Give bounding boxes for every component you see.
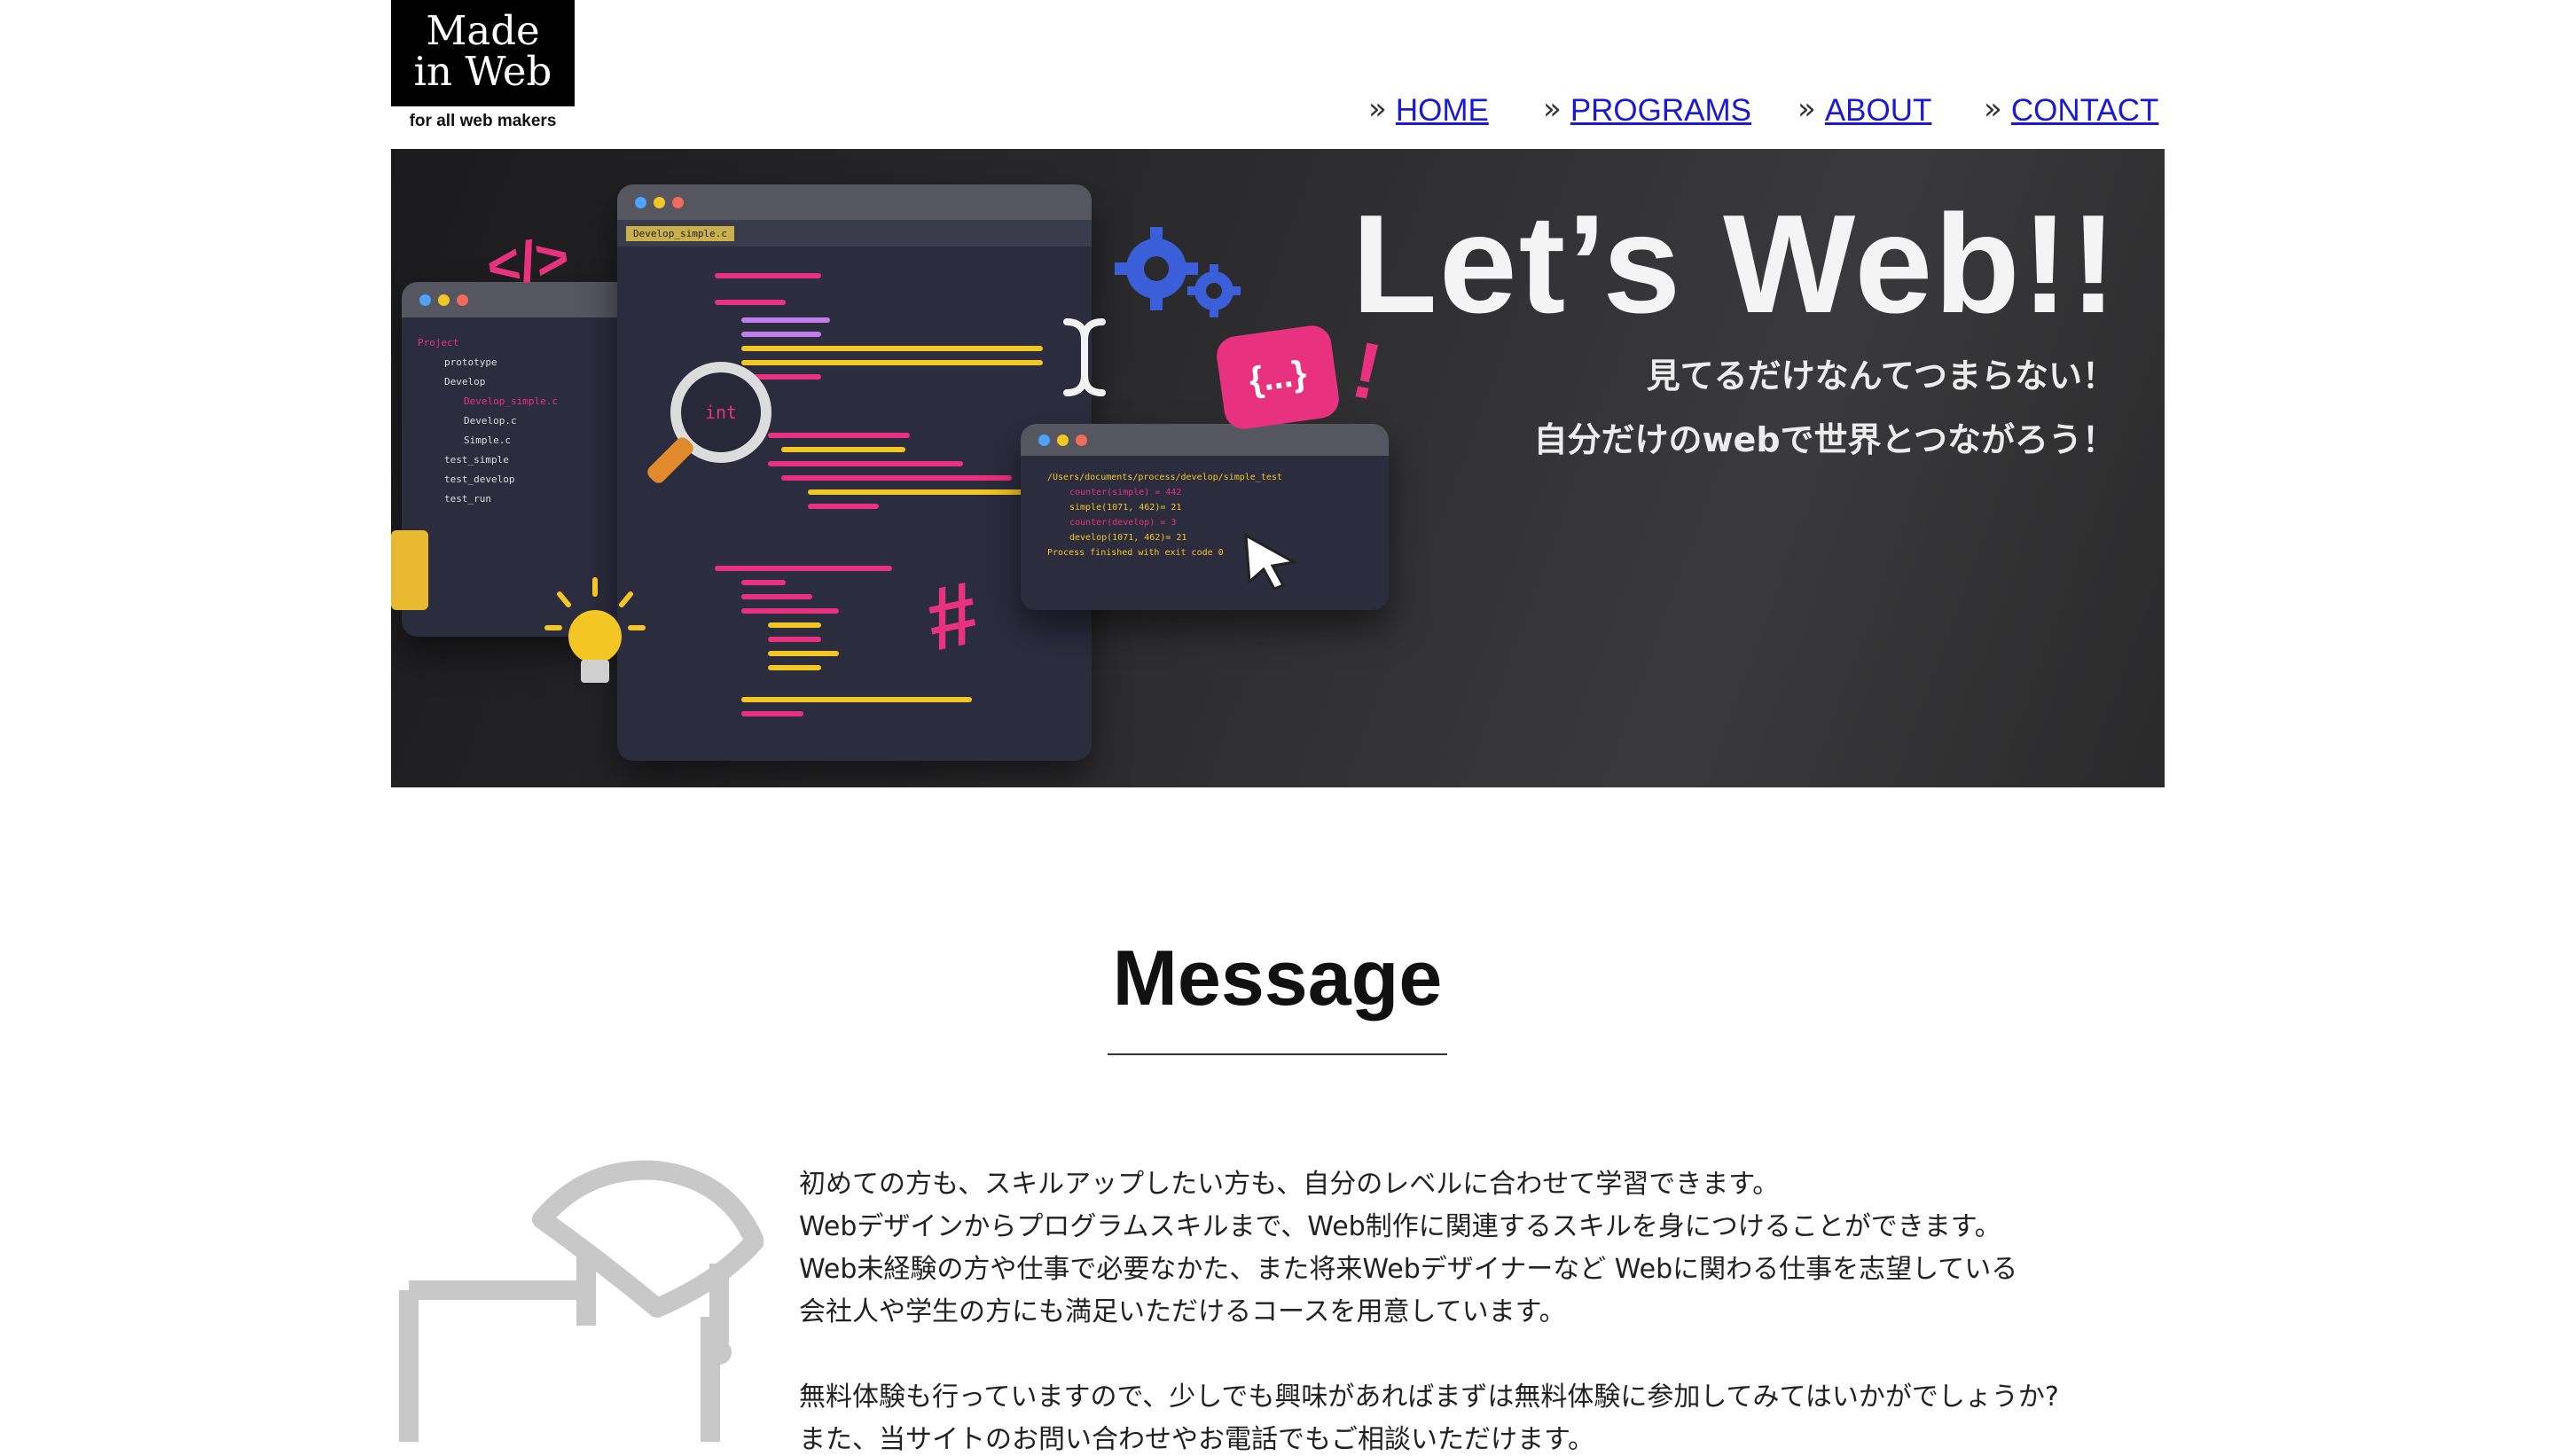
section-title-message: Message (1112, 934, 1443, 1022)
hero-subtitle-2: 自分だけのwebで世界とつながろう！ (1533, 420, 2116, 459)
magnifier-text: int (704, 402, 738, 423)
tree-item: prototype (444, 356, 497, 368)
code-bubble-icon: {...} (1214, 323, 1342, 432)
terminal-line: counter(develop) = 3 (1069, 518, 1177, 528)
nav-link-contact[interactable]: CONTACT (2011, 93, 2159, 129)
folder-icon (391, 530, 428, 610)
tree-item: Develop_simple.c (464, 395, 558, 407)
mouse-pointer-icon (1244, 533, 1298, 591)
tree-item: Simple.c (464, 434, 511, 446)
nav-item-about[interactable]: » ABOUT (1797, 89, 1931, 133)
bubble-glyph: {...} (1246, 353, 1309, 401)
gear-icon (1115, 227, 1241, 317)
hero-subtitle-1: 見てるだけなんてつまらない！ (1646, 356, 2116, 395)
html-tag-icon: </> (482, 223, 574, 300)
text-cursor-icon (1063, 318, 1106, 396)
tree-item: test_develop (444, 474, 515, 485)
logo-line-2: in Web (413, 48, 552, 95)
logo-line-1: Made (426, 7, 540, 54)
tree-item: Project (418, 337, 459, 348)
double-chevron-icon: » (1797, 91, 1816, 127)
nav-item-contact[interactable]: » CONTACT (1984, 89, 2158, 133)
terminal-path: /Users/documents/process/develop/simple_… (1047, 473, 1282, 482)
message-paragraph-1-line-2: Webデザインからプログラムスキルまで、Web制作に関連するスキルを身につけるこ… (799, 1211, 2001, 1242)
double-chevron-icon: » (1368, 91, 1387, 127)
message-paragraph-2-line-2: また、当サイトのお問い合わせやお電話でもご相談いただけます。 (799, 1424, 1594, 1455)
terminal-window: /Users/documents/process/develop/simple_… (1021, 424, 1389, 610)
nav-link-home[interactable]: HOME (1396, 93, 1489, 129)
nav-link-programs[interactable]: PROGRAMS (1570, 93, 1751, 129)
editor-tab: Develop_simple.c (626, 225, 734, 241)
nav-item-home[interactable]: » HOME (1368, 89, 1489, 133)
terminal-line: Process finished with exit code 0 (1047, 548, 1224, 558)
hero-title: Let’s Web!! (1351, 186, 2118, 342)
terminal-line: develop(1071, 462)= 21 (1069, 533, 1187, 543)
terminal-line: counter(simple) = 442 (1069, 488, 1182, 497)
message-paragraph-1-line-1: 初めての方も、スキルアップしたい方も、自分のレベルに合わせて学習できます。 (799, 1169, 1780, 1200)
tree-item: test_simple (444, 454, 509, 466)
section-title-underline (1108, 1053, 1447, 1055)
site-logo[interactable]: Made in Web (391, 0, 575, 106)
tree-item: test_run (444, 493, 491, 505)
message-paragraph-1-line-4: 会社人や学生の方にも満足いただけるコースを用意しています。 (799, 1296, 1566, 1327)
lightbulb-icon (544, 577, 646, 683)
hero-banner: Project prototype Develop Develop_simple… (391, 149, 2165, 787)
tree-item: Develop (444, 376, 486, 387)
double-chevron-icon: » (1984, 91, 2002, 127)
message-paragraph-1-line-3: Web未経験の方や仕事で必要なかた、また将来Webデザイナーなど Webに関わる… (799, 1254, 2018, 1285)
terminal-line: simple(1071, 462)= 21 (1069, 503, 1182, 513)
tree-item: Develop.c (464, 415, 517, 427)
nav-item-programs[interactable]: » PROGRAMS (1543, 89, 1751, 133)
double-chevron-icon: » (1543, 91, 1562, 127)
nav-link-about[interactable]: ABOUT (1825, 93, 1932, 129)
graduation-cap-icon (399, 1160, 764, 1442)
message-paragraph-2-line-1: 無料体験も行っていますので、少しでも興味があればまずは無料体験に参加してみてはい… (799, 1382, 2059, 1413)
logo-tagline: for all web makers (409, 112, 557, 130)
